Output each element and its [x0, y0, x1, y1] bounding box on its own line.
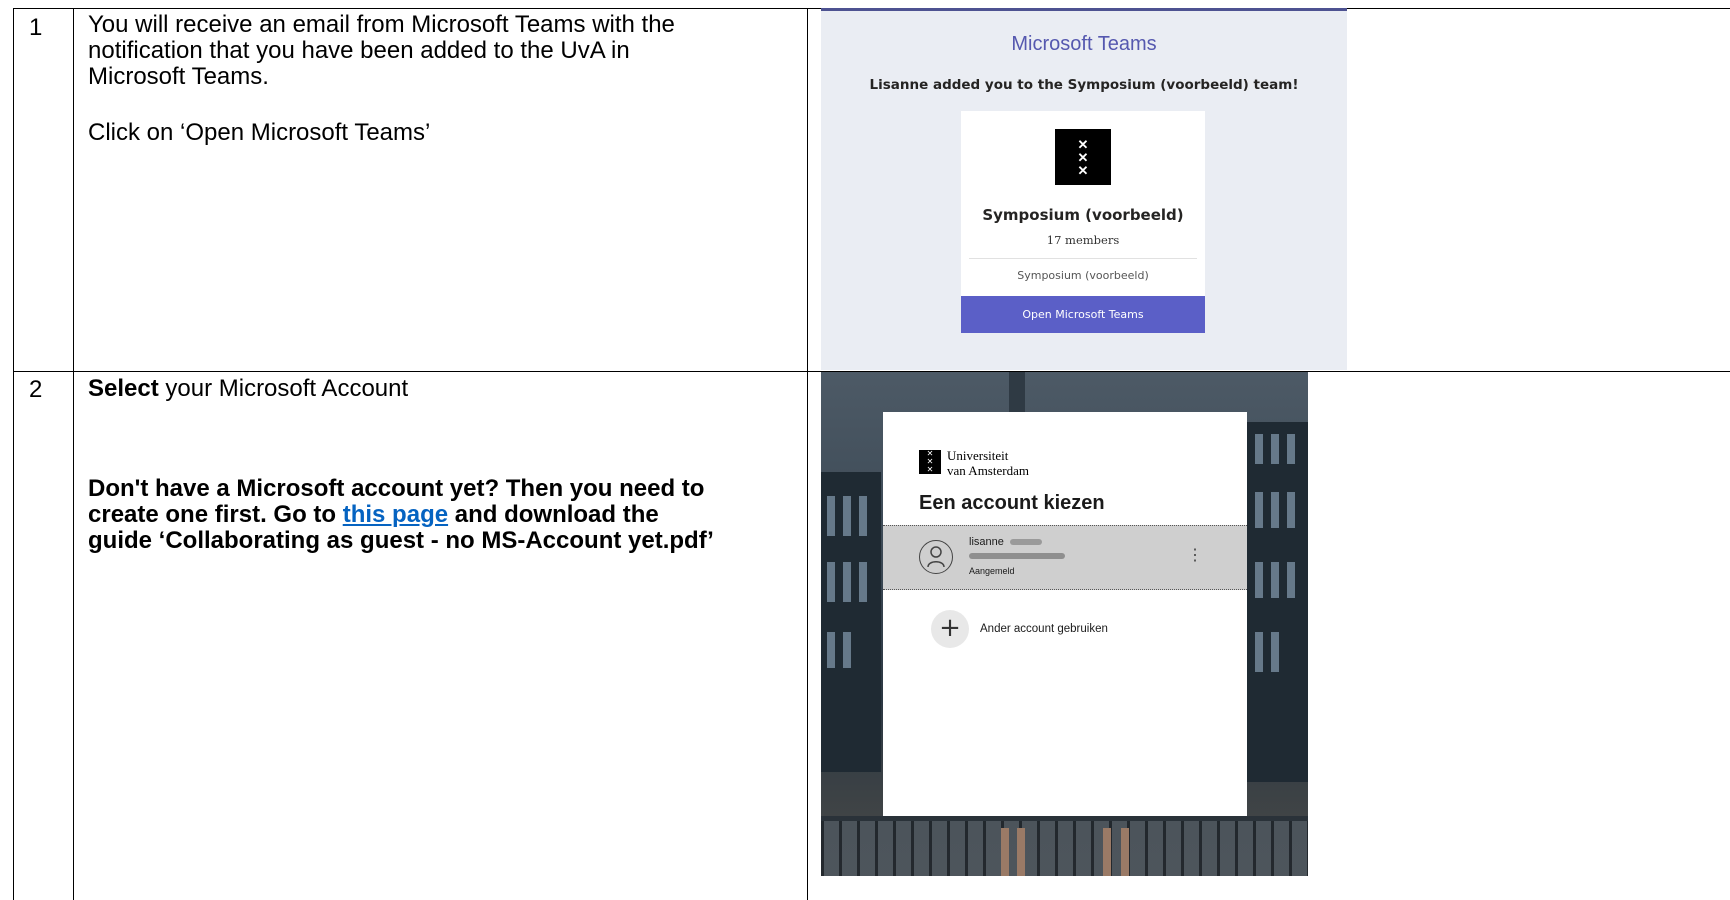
- teams-email-screenshot: Microsoft Teams Lisanne added you to the…: [821, 8, 1347, 370]
- kebab-menu-icon[interactable]: ⋮: [1187, 545, 1203, 565]
- select-rest: your Microsoft Account: [158, 375, 409, 402]
- step-1-text: You will receive an email from Microsoft…: [88, 12, 808, 146]
- university-name-line-2: van Amsterdam: [947, 463, 1029, 478]
- note-line-2-start: create one first. Go to: [88, 501, 343, 528]
- select-keyword: Select: [88, 375, 159, 402]
- university-name-line-1: Universiteit: [947, 448, 1009, 463]
- background-person-leg: [1121, 828, 1129, 876]
- team-name: Symposium (voorbeeld): [982, 206, 1184, 224]
- step-1-line-1: You will receive an email from Microsoft…: [88, 11, 675, 38]
- background-railing: [821, 821, 1308, 876]
- note-line-1: Don't have a Microsoft account yet? Then…: [88, 475, 705, 502]
- uva-crosses-icon: ✕ ✕ ✕: [1055, 129, 1111, 185]
- account-username: lisanne: [969, 536, 1004, 548]
- team-members-count: 17 members: [1046, 233, 1120, 247]
- account-status: Aangemeld: [969, 566, 1015, 576]
- person-icon: [919, 540, 953, 574]
- background-person-leg: [1017, 828, 1025, 876]
- note-line-3: guide ‘Collaborating as guest - no MS-Ac…: [88, 527, 714, 554]
- picker-title: Een account kiezen: [919, 492, 1105, 514]
- background-building-right: [1247, 422, 1308, 782]
- step-2-text: Select your Microsoft Account Don't have…: [88, 376, 808, 554]
- teams-email-header: Microsoft Teams: [1011, 33, 1157, 55]
- step-number: 2: [29, 376, 43, 403]
- note-line-2: create one first. Go to this page and do…: [88, 502, 808, 528]
- university-name: Universiteit van Amsterdam: [947, 448, 1029, 478]
- background-building-left: [821, 472, 881, 772]
- step-number: 1: [29, 14, 43, 41]
- step-1-line-2: notification that you have been added to…: [88, 37, 630, 64]
- teams-email-message: Lisanne added you to the Symposium (voor…: [869, 77, 1299, 93]
- this-page-link[interactable]: this page: [343, 501, 448, 528]
- use-other-account-button[interactable]: Ander account gebruiken: [980, 623, 1108, 635]
- redacted-email: [969, 553, 1065, 559]
- account-picker-screenshot: ✕ ✕ ✕ Universiteit van Amsterdam Een accou…: [821, 372, 1308, 876]
- uva-crosses-icon: ✕ ✕ ✕: [919, 450, 941, 474]
- plus-icon[interactable]: +: [931, 610, 969, 648]
- background-person-leg: [1103, 828, 1111, 876]
- team-card: ✕ ✕ ✕ Symposium (voorbeeld) 17 members Sym…: [961, 111, 1205, 296]
- table-border-left: [13, 8, 14, 900]
- open-microsoft-teams-button[interactable]: Open Microsoft Teams: [961, 296, 1205, 333]
- background-pole: [1009, 372, 1025, 412]
- card-divider: [969, 258, 1197, 259]
- step-2-select-line: Select your Microsoft Account: [88, 376, 808, 402]
- background-person-leg: [1001, 828, 1009, 876]
- redacted-surname: [1010, 539, 1042, 545]
- table-column-divider-1: [73, 8, 74, 900]
- step-1-line-3: Microsoft Teams.: [88, 63, 269, 90]
- account-row[interactable]: lisanne Aangemeld ⋮: [883, 525, 1247, 590]
- note-line-2-end: and download the: [448, 501, 659, 528]
- team-subtitle: Symposium (voorbeeld): [1017, 269, 1149, 282]
- account-picker-card: ✕ ✕ ✕ Universiteit van Amsterdam Een accou…: [883, 412, 1247, 816]
- step-1-instruction: Click on ‘Open Microsoft Teams’: [88, 119, 431, 146]
